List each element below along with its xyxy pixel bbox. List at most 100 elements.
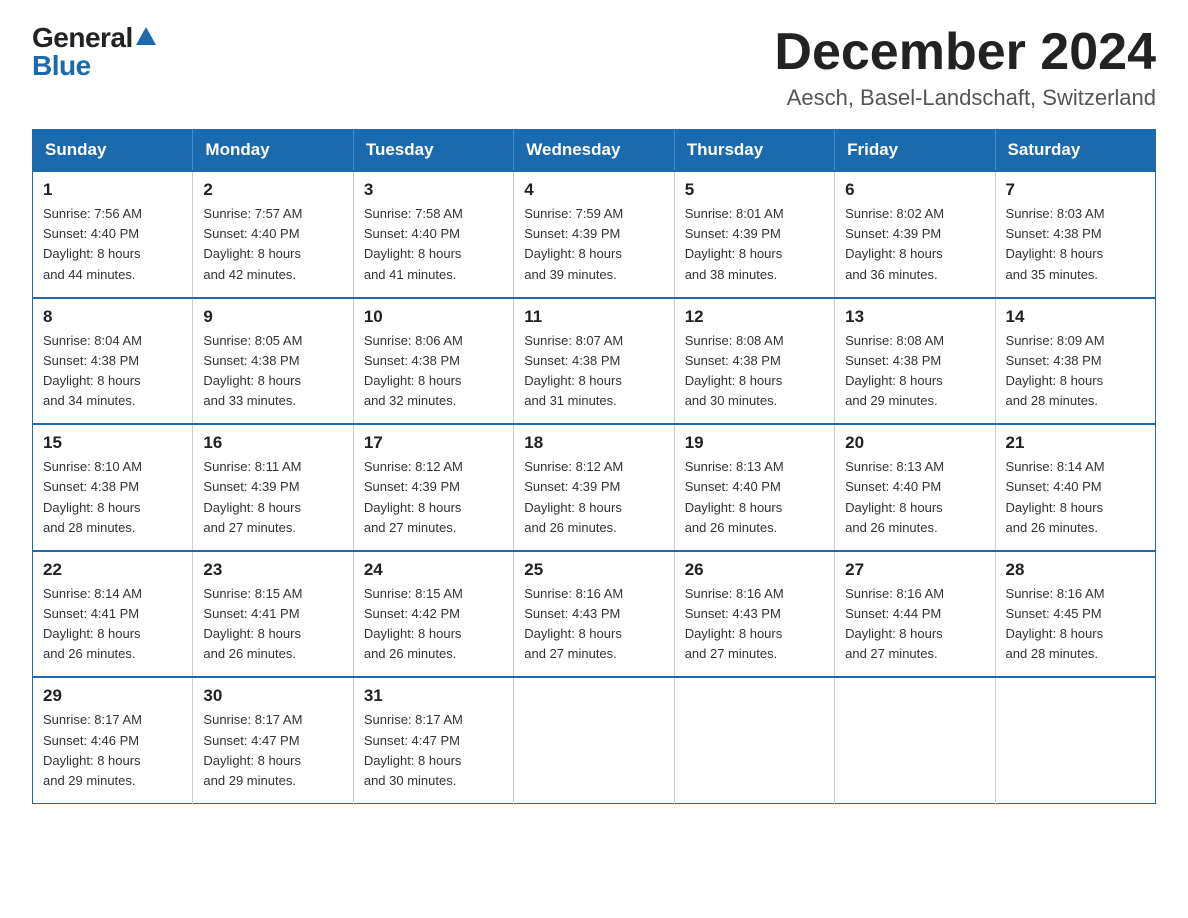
day-info: Sunrise: 8:08 AMSunset: 4:38 PMDaylight:… (685, 331, 824, 412)
day-header-wednesday: Wednesday (514, 130, 674, 172)
day-number: 23 (203, 560, 342, 580)
calendar-day-cell: 13 Sunrise: 8:08 AMSunset: 4:38 PMDaylig… (835, 298, 995, 425)
calendar-day-cell: 6 Sunrise: 8:02 AMSunset: 4:39 PMDayligh… (835, 171, 995, 298)
day-info: Sunrise: 8:13 AMSunset: 4:40 PMDaylight:… (685, 457, 824, 538)
day-info: Sunrise: 8:12 AMSunset: 4:39 PMDaylight:… (524, 457, 663, 538)
calendar-day-cell: 19 Sunrise: 8:13 AMSunset: 4:40 PMDaylig… (674, 424, 834, 551)
day-info: Sunrise: 8:08 AMSunset: 4:38 PMDaylight:… (845, 331, 984, 412)
calendar-day-cell (514, 677, 674, 803)
calendar-day-cell: 14 Sunrise: 8:09 AMSunset: 4:38 PMDaylig… (995, 298, 1155, 425)
day-number: 1 (43, 180, 182, 200)
day-number: 6 (845, 180, 984, 200)
day-info: Sunrise: 8:14 AMSunset: 4:41 PMDaylight:… (43, 584, 182, 665)
day-info: Sunrise: 8:15 AMSunset: 4:42 PMDaylight:… (364, 584, 503, 665)
day-info: Sunrise: 8:07 AMSunset: 4:38 PMDaylight:… (524, 331, 663, 412)
calendar-day-cell: 4 Sunrise: 7:59 AMSunset: 4:39 PMDayligh… (514, 171, 674, 298)
calendar-day-cell (995, 677, 1155, 803)
calendar-day-cell: 21 Sunrise: 8:14 AMSunset: 4:40 PMDaylig… (995, 424, 1155, 551)
day-number: 7 (1006, 180, 1145, 200)
day-info: Sunrise: 7:59 AMSunset: 4:39 PMDaylight:… (524, 204, 663, 285)
day-number: 2 (203, 180, 342, 200)
calendar-day-cell: 7 Sunrise: 8:03 AMSunset: 4:38 PMDayligh… (995, 171, 1155, 298)
calendar-day-cell: 5 Sunrise: 8:01 AMSunset: 4:39 PMDayligh… (674, 171, 834, 298)
day-number: 4 (524, 180, 663, 200)
day-info: Sunrise: 8:10 AMSunset: 4:38 PMDaylight:… (43, 457, 182, 538)
day-info: Sunrise: 8:04 AMSunset: 4:38 PMDaylight:… (43, 331, 182, 412)
calendar-day-cell: 28 Sunrise: 8:16 AMSunset: 4:45 PMDaylig… (995, 551, 1155, 678)
calendar-week-row: 15 Sunrise: 8:10 AMSunset: 4:38 PMDaylig… (33, 424, 1156, 551)
calendar-day-cell: 1 Sunrise: 7:56 AMSunset: 4:40 PMDayligh… (33, 171, 193, 298)
logo: General Blue (32, 24, 157, 80)
calendar-day-cell: 18 Sunrise: 8:12 AMSunset: 4:39 PMDaylig… (514, 424, 674, 551)
calendar-day-cell: 23 Sunrise: 8:15 AMSunset: 4:41 PMDaylig… (193, 551, 353, 678)
logo-general-text: General (32, 24, 133, 52)
day-number: 15 (43, 433, 182, 453)
day-header-monday: Monday (193, 130, 353, 172)
day-number: 16 (203, 433, 342, 453)
day-info: Sunrise: 8:01 AMSunset: 4:39 PMDaylight:… (685, 204, 824, 285)
calendar-day-cell: 24 Sunrise: 8:15 AMSunset: 4:42 PMDaylig… (353, 551, 513, 678)
calendar-day-cell (835, 677, 995, 803)
calendar-day-cell: 20 Sunrise: 8:13 AMSunset: 4:40 PMDaylig… (835, 424, 995, 551)
day-number: 10 (364, 307, 503, 327)
day-info: Sunrise: 8:02 AMSunset: 4:39 PMDaylight:… (845, 204, 984, 285)
day-info: Sunrise: 8:11 AMSunset: 4:39 PMDaylight:… (203, 457, 342, 538)
day-info: Sunrise: 8:06 AMSunset: 4:38 PMDaylight:… (364, 331, 503, 412)
day-info: Sunrise: 8:14 AMSunset: 4:40 PMDaylight:… (1006, 457, 1145, 538)
calendar-day-cell: 22 Sunrise: 8:14 AMSunset: 4:41 PMDaylig… (33, 551, 193, 678)
day-number: 12 (685, 307, 824, 327)
day-info: Sunrise: 8:03 AMSunset: 4:38 PMDaylight:… (1006, 204, 1145, 285)
day-number: 26 (685, 560, 824, 580)
day-number: 21 (1006, 433, 1145, 453)
calendar-day-cell: 26 Sunrise: 8:16 AMSunset: 4:43 PMDaylig… (674, 551, 834, 678)
calendar-day-cell: 29 Sunrise: 8:17 AMSunset: 4:46 PMDaylig… (33, 677, 193, 803)
calendar-day-cell: 31 Sunrise: 8:17 AMSunset: 4:47 PMDaylig… (353, 677, 513, 803)
day-header-tuesday: Tuesday (353, 130, 513, 172)
day-info: Sunrise: 8:05 AMSunset: 4:38 PMDaylight:… (203, 331, 342, 412)
day-header-friday: Friday (835, 130, 995, 172)
calendar-day-cell: 30 Sunrise: 8:17 AMSunset: 4:47 PMDaylig… (193, 677, 353, 803)
calendar-week-row: 8 Sunrise: 8:04 AMSunset: 4:38 PMDayligh… (33, 298, 1156, 425)
day-number: 27 (845, 560, 984, 580)
calendar-day-cell: 9 Sunrise: 8:05 AMSunset: 4:38 PMDayligh… (193, 298, 353, 425)
day-number: 13 (845, 307, 984, 327)
day-number: 20 (845, 433, 984, 453)
day-info: Sunrise: 8:09 AMSunset: 4:38 PMDaylight:… (1006, 331, 1145, 412)
location-text: Aesch, Basel-Landschaft, Switzerland (774, 85, 1156, 111)
day-info: Sunrise: 7:57 AMSunset: 4:40 PMDaylight:… (203, 204, 342, 285)
day-number: 29 (43, 686, 182, 706)
page-header: General Blue December 2024 Aesch, Basel-… (32, 24, 1156, 111)
calendar-day-cell: 8 Sunrise: 8:04 AMSunset: 4:38 PMDayligh… (33, 298, 193, 425)
month-title: December 2024 (774, 24, 1156, 81)
day-header-thursday: Thursday (674, 130, 834, 172)
logo-triangle-icon (135, 25, 157, 47)
day-number: 24 (364, 560, 503, 580)
calendar-day-cell: 11 Sunrise: 8:07 AMSunset: 4:38 PMDaylig… (514, 298, 674, 425)
calendar-table: SundayMondayTuesdayWednesdayThursdayFrid… (32, 129, 1156, 804)
calendar-day-cell: 12 Sunrise: 8:08 AMSunset: 4:38 PMDaylig… (674, 298, 834, 425)
day-info: Sunrise: 8:17 AMSunset: 4:47 PMDaylight:… (203, 710, 342, 791)
day-number: 9 (203, 307, 342, 327)
day-number: 8 (43, 307, 182, 327)
logo-blue-text: Blue (32, 50, 91, 81)
calendar-day-cell: 17 Sunrise: 8:12 AMSunset: 4:39 PMDaylig… (353, 424, 513, 551)
calendar-week-row: 22 Sunrise: 8:14 AMSunset: 4:41 PMDaylig… (33, 551, 1156, 678)
calendar-day-cell: 15 Sunrise: 8:10 AMSunset: 4:38 PMDaylig… (33, 424, 193, 551)
day-number: 25 (524, 560, 663, 580)
day-number: 30 (203, 686, 342, 706)
calendar-week-row: 29 Sunrise: 8:17 AMSunset: 4:46 PMDaylig… (33, 677, 1156, 803)
day-number: 18 (524, 433, 663, 453)
day-number: 5 (685, 180, 824, 200)
day-info: Sunrise: 8:16 AMSunset: 4:44 PMDaylight:… (845, 584, 984, 665)
calendar-day-cell: 27 Sunrise: 8:16 AMSunset: 4:44 PMDaylig… (835, 551, 995, 678)
day-header-saturday: Saturday (995, 130, 1155, 172)
day-number: 14 (1006, 307, 1145, 327)
day-info: Sunrise: 8:17 AMSunset: 4:47 PMDaylight:… (364, 710, 503, 791)
day-number: 3 (364, 180, 503, 200)
day-info: Sunrise: 7:58 AMSunset: 4:40 PMDaylight:… (364, 204, 503, 285)
day-info: Sunrise: 8:16 AMSunset: 4:43 PMDaylight:… (685, 584, 824, 665)
calendar-day-cell (674, 677, 834, 803)
day-info: Sunrise: 7:56 AMSunset: 4:40 PMDaylight:… (43, 204, 182, 285)
calendar-header-row: SundayMondayTuesdayWednesdayThursdayFrid… (33, 130, 1156, 172)
day-info: Sunrise: 8:13 AMSunset: 4:40 PMDaylight:… (845, 457, 984, 538)
